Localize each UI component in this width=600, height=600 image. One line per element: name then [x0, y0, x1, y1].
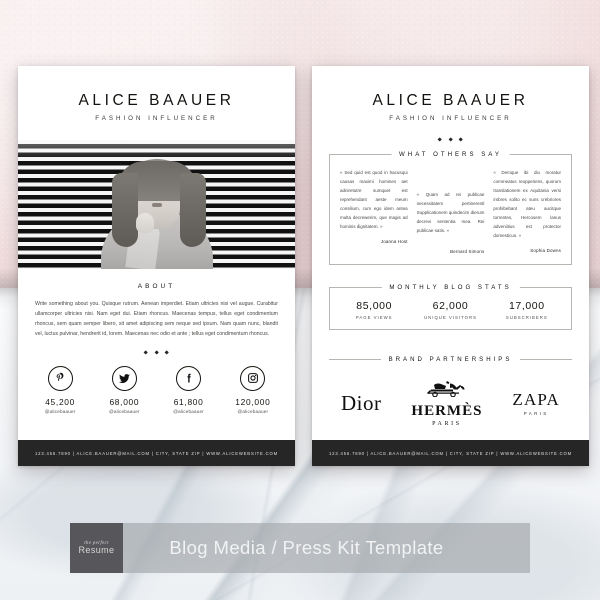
page-title: ALICE BAAUER [372, 92, 529, 109]
stat-item-page-views: 85,000 PAGE VIEWS [336, 300, 412, 320]
brand-name: Dior [340, 390, 382, 415]
testimonials-title: WHAT OTHERS SAY [391, 150, 510, 158]
press-kit-page-left[interactable]: ALICE BAAUER FASHION INFLUENCER ABOUT Wr… [18, 66, 295, 466]
about-body-text: Write something about you. Quisque rutru… [35, 301, 278, 338]
testimonial-item: « Demque ibi diu moratur commeatus reopp… [493, 168, 561, 254]
badge-word-text: Resume [78, 545, 115, 555]
testimonial-author: Sophia Downs [530, 248, 562, 254]
twitter-icon-circle[interactable] [111, 365, 137, 391]
brand-subtitle: PARIS [523, 411, 549, 417]
hand-shape [135, 213, 154, 233]
diamond-icon [437, 137, 443, 143]
pinterest-icon [56, 373, 64, 382]
testimonials-section: WHAT OTHERS SAY « Sed quid est quod in h… [329, 150, 572, 266]
testimonials-list: « Sed quid est quod in hacusqui causas m… [340, 168, 561, 254]
stat-item-unique-visitors: 62,000 UNIQUE VISITORS [412, 300, 488, 320]
product-banner: the perfect Resume Blog Media / Press Ki… [70, 523, 530, 573]
footer-contact-text: 123.456.7890 | ALICE.BAAUER@MAIL.COM | C… [35, 450, 278, 456]
banner-title: Blog Media / Press Kit Template [169, 537, 444, 558]
page-subtitle: FASHION INFLUENCER [95, 115, 218, 122]
social-item-pinterest[interactable]: 45,200 @alicebaauer [29, 365, 91, 414]
portrait-photo [18, 140, 295, 269]
page-title: ALICE BAAUER [78, 92, 235, 109]
brand-partnerships-title: BRAND PARTNERSHIPS [388, 356, 513, 364]
brand-logo-row: Dior HERMÈS PARIS ZAPA PARIS [312, 379, 589, 427]
testimonial-author: Bernard Simons [450, 249, 485, 255]
testimonial-item: « Quam ad rei publicae necessitatem pert… [417, 168, 485, 254]
left-page-footer: 123.456.7890 | ALICE.BAAUER@MAIL.COM | C… [18, 440, 295, 466]
diamond-ornament-divider [18, 349, 295, 355]
brand-partnerships-heading: BRAND PARTNERSHIPS [329, 356, 572, 363]
blog-stats-title: MONTHLY BLOG STATS [381, 283, 520, 291]
left-page-header: ALICE BAAUER FASHION INFLUENCER [18, 66, 295, 122]
hair-side-right [179, 173, 206, 247]
social-count: 61,800 [173, 396, 204, 407]
about-title: ABOUT [137, 283, 176, 290]
social-count: 120,000 [235, 396, 271, 407]
testimonial-author: Joanna Host [380, 239, 408, 245]
diamond-ornament-divider [312, 137, 589, 143]
social-handle: @alicebaauer [108, 408, 140, 414]
instagram-icon [247, 373, 258, 384]
social-item-twitter[interactable]: 68,000 @alicebaauer [93, 365, 155, 414]
about-section: ABOUT Write something about you. Quisque… [18, 283, 295, 355]
lips-shape [151, 203, 162, 207]
testimonial-item: « Sed quid est quod in hacusqui causas m… [340, 168, 408, 254]
facebook-icon-circle[interactable] [176, 365, 202, 391]
right-page-footer: 123.456.7890 | ALICE.BAAUER@MAIL.COM | C… [312, 440, 589, 466]
stat-value: 85,000 [356, 300, 393, 313]
blog-stats-row: 85,000 PAGE VIEWS 62,000 UNIQUE VISITORS… [336, 300, 565, 320]
brand-subtitle: PARIS [432, 421, 462, 428]
brand-name: ZAPA [512, 390, 560, 410]
pinterest-icon-circle[interactable] [47, 365, 73, 391]
horse-carriage-icon [426, 381, 465, 398]
stat-item-subscribers: 17,000 SUBSCRIBERS [489, 300, 565, 320]
diamond-icon [458, 137, 464, 143]
brand-logo-zapa: ZAPA PARIS [512, 390, 560, 416]
footer-contact-text: 123.456.7890 | ALICE.BAAUER@MAIL.COM | C… [329, 450, 572, 456]
portrait-subject [96, 151, 218, 269]
page-subtitle: FASHION INFLUENCER [389, 115, 512, 122]
brand-logo-dior: Dior [341, 391, 382, 416]
testimonial-text: « Sed quid est quod in hacusqui causas m… [340, 170, 408, 230]
testimonial-text: « Demque ibi diu moratur commeatus reopp… [493, 170, 562, 239]
diamond-icon [143, 349, 149, 355]
hair-side-left [111, 173, 138, 247]
social-handle: @alicebaauer [44, 408, 76, 414]
stat-value: 17,000 [508, 300, 545, 313]
rule-right [520, 359, 572, 361]
brand-badge-logo: the perfect Resume [70, 523, 123, 573]
social-count: 68,000 [109, 396, 140, 407]
diamond-icon [164, 349, 170, 355]
press-kit-page-right[interactable]: ALICE BAAUER FASHION INFLUENCER WHAT OTH… [312, 66, 589, 466]
brand-name: HERMÈS [411, 403, 483, 420]
brand-partnerships-section: BRAND PARTNERSHIPS Dior HERMÈS PARIS ZAP… [312, 356, 589, 427]
blog-stats-section: MONTHLY BLOG STATS 85,000 PAGE VIEWS 62,… [329, 283, 572, 331]
brand-logo-hermes: HERMÈS PARIS [411, 379, 482, 427]
social-item-instagram[interactable]: 120,000 @alicebaauer [222, 365, 284, 414]
social-stats-row: 45,200 @alicebaauer 68,000 @alicebaauer … [18, 365, 295, 414]
testimonial-text: « Quam ad rei publicae necessitatem pert… [416, 192, 485, 234]
stat-label: SUBSCRIBERS [505, 315, 548, 321]
instagram-icon-circle[interactable] [240, 365, 266, 391]
stat-label: PAGE VIEWS [355, 315, 393, 321]
social-handle: @alicebaauer [237, 408, 269, 414]
rule-left [329, 359, 381, 361]
stat-value: 62,000 [432, 300, 469, 313]
stat-label: UNIQUE VISITORS [424, 315, 477, 321]
twitter-icon [118, 374, 130, 383]
social-count: 45,200 [45, 396, 76, 407]
diamond-icon [448, 137, 453, 143]
diamond-icon [154, 349, 159, 355]
social-item-facebook[interactable]: 61,800 @alicebaauer [158, 365, 220, 414]
right-page-header: ALICE BAAUER FASHION INFLUENCER [312, 66, 589, 122]
social-handle: @alicebaauer [173, 408, 205, 414]
facebook-icon [187, 374, 191, 383]
